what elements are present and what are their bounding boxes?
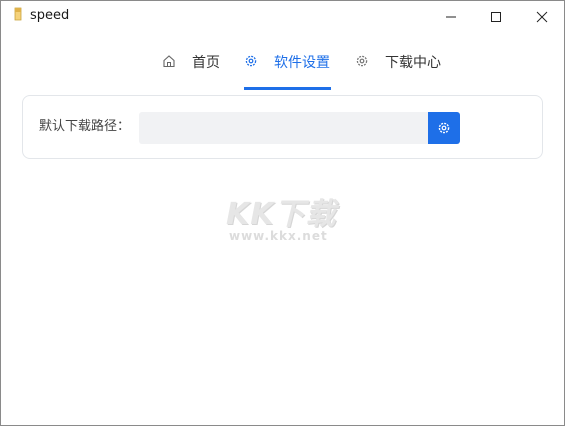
gear-icon (438, 122, 450, 134)
watermark-url: www.kkx.net (229, 229, 328, 243)
app-window: speed 首页 软件设置 下载中心 默认下载路径： KK下载 www.kkx.… (0, 0, 565, 426)
tab-settings-label: 软件设置 (274, 55, 330, 71)
tab-home[interactable]: 首页 (162, 45, 220, 89)
watermark-logo: KK下载 (226, 197, 337, 232)
tab-bar: 首页 软件设置 下载中心 (1, 45, 564, 91)
tab-home-label: 首页 (192, 55, 220, 71)
close-icon (536, 11, 548, 23)
watermark: KK下载 www.kkx.net (226, 189, 346, 249)
gear-icon (356, 55, 368, 67)
minimize-button[interactable] (428, 1, 474, 33)
download-path-input[interactable] (139, 112, 428, 144)
tab-settings[interactable]: 软件设置 (244, 45, 330, 89)
home-icon (163, 55, 175, 68)
maximize-button[interactable] (473, 1, 519, 33)
choose-path-button[interactable] (428, 112, 460, 144)
tab-downloads[interactable]: 下载中心 (355, 45, 441, 89)
download-path-label: 默认下载路径： (39, 119, 131, 134)
maximize-icon (491, 12, 501, 22)
app-icon (14, 7, 22, 21)
settings-card: 默认下载路径： (22, 95, 543, 159)
window-title: speed (30, 8, 70, 23)
close-button[interactable] (519, 1, 565, 33)
minimize-icon (446, 16, 456, 18)
tab-downloads-label: 下载中心 (385, 55, 441, 71)
gear-icon (245, 55, 257, 67)
title-bar[interactable]: speed (1, 1, 564, 33)
active-tab-indicator (244, 87, 331, 90)
